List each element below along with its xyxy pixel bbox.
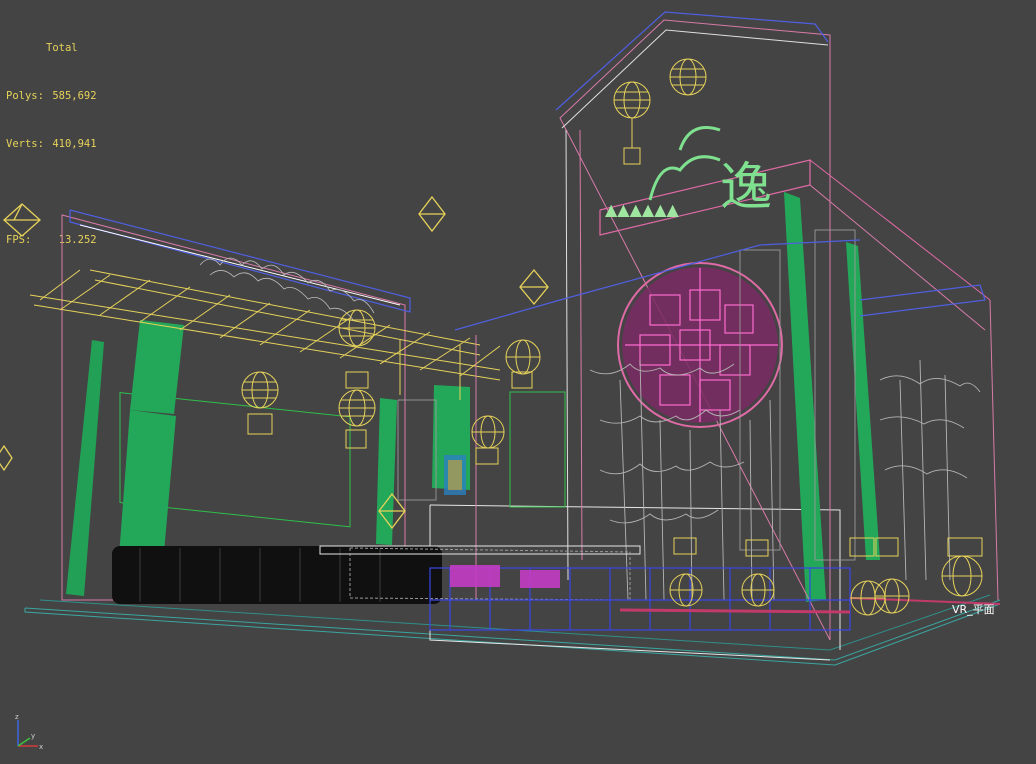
lantern-7 [471,415,505,465]
round-lattice-window [617,262,783,428]
3d-viewport[interactable]: Total Polys: 585,692 Verts: 410,941 FPS:… [0,0,1036,764]
signboard-calligraphy: ▲▲▲▲▲▲ 逸 [605,126,772,219]
light-icon [0,444,13,472]
y-axis-label: y [31,732,35,740]
pergola-foliage [199,257,375,322]
y-axis [17,737,31,747]
wireframe-scene[interactable]: ▲▲▲▲▲▲ 逸 [0,0,1036,764]
lantern-4 [241,371,279,435]
lantern-12 [941,537,983,597]
light-icon [418,195,446,233]
lantern-5 [338,389,376,449]
left-wall [61,209,411,601]
lantern-8 [669,537,703,607]
axis-gizmo: z x y [15,713,43,751]
figurine [444,455,466,495]
lantern-11 [874,537,910,614]
camera-label: VR_平面 [952,603,995,616]
signboard-text: 逸 [720,158,772,218]
lantern-2 [669,58,707,96]
z-axis-label: z [15,713,19,721]
light-icon [519,268,549,306]
lantern-6 [505,339,541,389]
light-icon [3,203,41,237]
lantern-1 [613,81,651,165]
svg-text:▲▲▲▲▲▲: ▲▲▲▲▲▲ [605,200,680,219]
sofa-block [112,546,442,604]
x-axis-label: x [39,743,43,751]
